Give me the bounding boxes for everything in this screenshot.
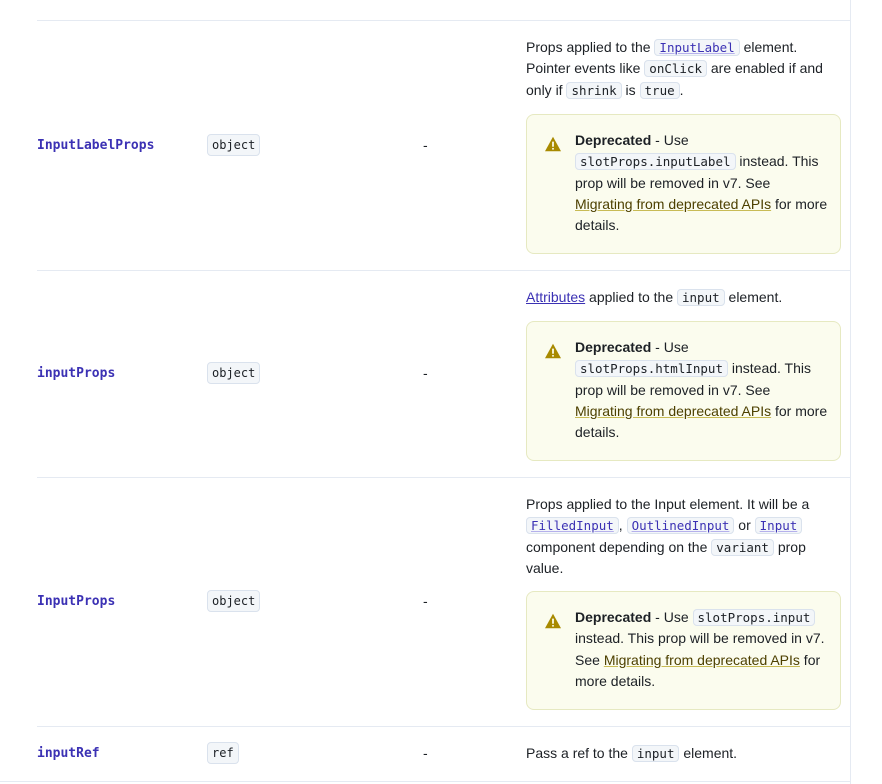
prop-name-link[interactable]: inputRef xyxy=(37,745,100,763)
migration-guide-link[interactable]: Migrating from deprecated APIs xyxy=(575,196,771,212)
type-chip: object xyxy=(207,362,261,384)
type-chip: object xyxy=(207,134,261,156)
row-divider xyxy=(37,477,850,478)
prop-description: Pass a ref to the input element. xyxy=(526,745,738,762)
deprecation-message: Deprecated - Use slotProps.htmlInput ins… xyxy=(575,339,828,441)
prop-name-link[interactable]: InputProps xyxy=(37,593,115,611)
deprecated-label: Deprecated xyxy=(575,339,652,355)
prop-description: Props applied to the Input element. It w… xyxy=(526,496,810,576)
prop-name-link[interactable]: InputLabelProps xyxy=(37,137,154,155)
deprecation-message: Deprecated - Use slotProps.input instead… xyxy=(575,609,825,689)
deprecation-callout: Deprecated - Use slotProps.input instead… xyxy=(526,591,841,710)
row-divider xyxy=(37,726,850,727)
row-divider xyxy=(37,20,850,21)
warning-triangle-icon xyxy=(545,343,561,359)
default-value: - xyxy=(423,593,428,609)
warning-triangle-icon xyxy=(545,136,561,152)
input-api-link[interactable]: Input xyxy=(754,517,803,535)
table-bottom-border xyxy=(0,781,850,782)
type-chip: object xyxy=(207,590,261,612)
inputlabel-api-link[interactable]: InputLabel xyxy=(654,39,740,56)
deprecation-message: Deprecated - Use slotProps.inputLabel in… xyxy=(575,132,828,234)
deprecation-callout: Deprecated - Use slotProps.htmlInput ins… xyxy=(526,321,841,461)
default-value: - xyxy=(423,137,428,153)
attributes-link[interactable]: Attributes xyxy=(526,289,585,305)
prop-description: Attributes applied to the input element. xyxy=(526,289,783,306)
type-chip: ref xyxy=(207,742,239,764)
deprecation-callout: Deprecated - Use slotProps.inputLabel in… xyxy=(526,114,841,254)
deprecated-label: Deprecated xyxy=(575,609,652,625)
migration-guide-link[interactable]: Migrating from deprecated APIs xyxy=(604,652,800,668)
content-right-border xyxy=(850,0,851,784)
default-value: - xyxy=(423,745,428,761)
default-value: - xyxy=(423,365,428,381)
outlinedinput-api-link[interactable]: OutlinedInput xyxy=(626,517,735,535)
migration-guide-link[interactable]: Migrating from deprecated APIs xyxy=(575,403,771,419)
prop-description: Props applied to the InputLabel element.… xyxy=(526,39,823,99)
filledinput-api-link[interactable]: FilledInput xyxy=(526,517,619,535)
row-divider xyxy=(37,270,850,271)
warning-triangle-icon xyxy=(545,613,561,629)
deprecated-label: Deprecated xyxy=(575,132,652,148)
prop-name-link[interactable]: inputProps xyxy=(37,365,115,383)
